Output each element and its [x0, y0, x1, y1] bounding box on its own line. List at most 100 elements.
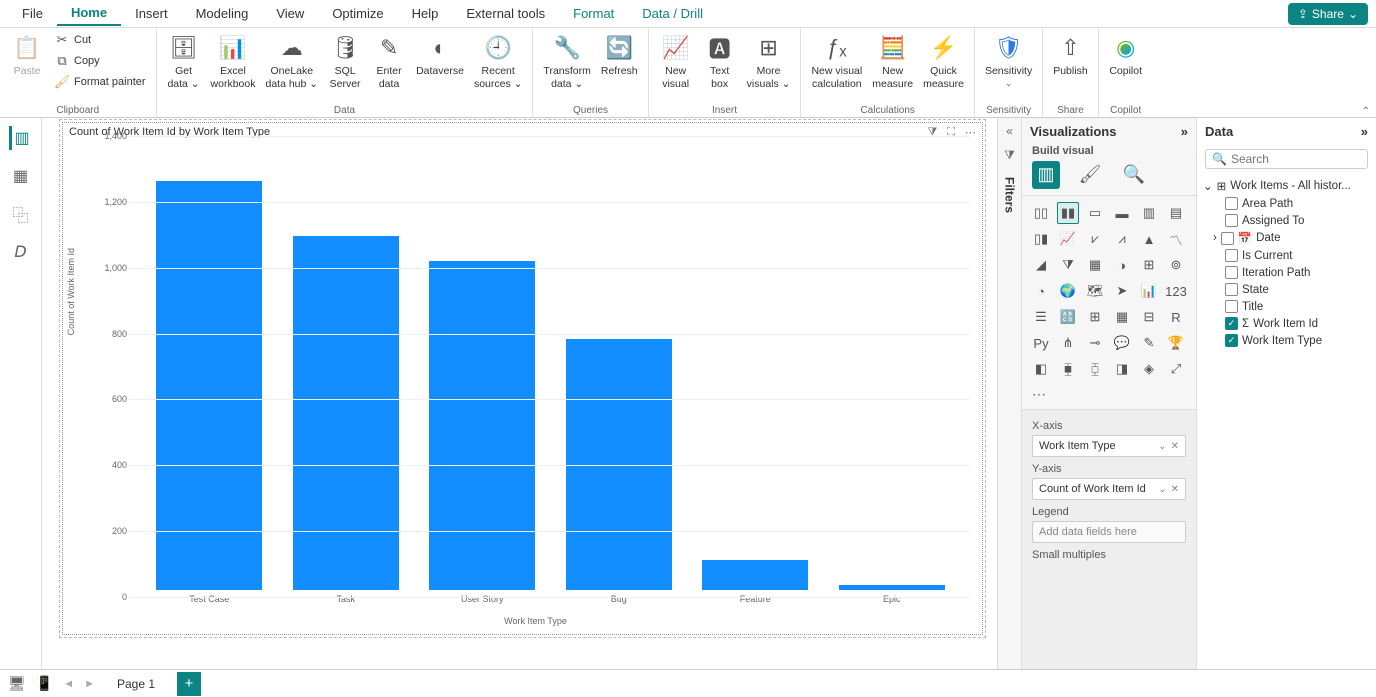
bar-task[interactable]: Task — [278, 143, 415, 590]
menu-help[interactable]: Help — [398, 2, 453, 25]
viz-type-14[interactable]: ▦ — [1084, 254, 1106, 276]
ribbon.data.excel-button[interactable]: 📊Excel workbook — [207, 30, 260, 92]
well-xaxis[interactable]: Work Item Type⌄✕ — [1032, 435, 1186, 457]
viz-type-0[interactable]: ▯▯ — [1030, 202, 1052, 224]
menu-view[interactable]: View — [262, 2, 318, 25]
field-iteration-path[interactable]: Iteration Path — [1203, 264, 1370, 281]
publish-button[interactable]: ⇧Publish — [1049, 30, 1091, 80]
ribbon.data.onelake-button[interactable]: ☁OneLake data hub ⌄ — [261, 30, 322, 92]
menu-optimize[interactable]: Optimize — [318, 2, 397, 25]
viz-type-39[interactable]: ◨ — [1111, 358, 1133, 380]
bar-user-story[interactable]: User Story — [414, 143, 551, 590]
viz-type-34[interactable]: ✎ — [1138, 332, 1160, 354]
viz-type-32[interactable]: ⊸ — [1084, 332, 1106, 354]
remove-icon[interactable]: ✕ — [1171, 484, 1179, 495]
viz-type-27[interactable]: ▦ — [1111, 306, 1133, 328]
bar-feature[interactable]: Feature — [687, 143, 824, 590]
ribbon.queries.transform-button[interactable]: 🔧Transform data ⌄ — [539, 30, 594, 92]
viz-type-35[interactable]: 🏆 — [1165, 332, 1187, 354]
prev-page-icon[interactable]: ◄ — [63, 678, 74, 690]
ribbon.calc.quick-button[interactable]: ⚡Quick measure — [919, 30, 968, 92]
viz-type-21[interactable]: ➤ — [1111, 280, 1133, 302]
menu-modeling[interactable]: Modeling — [182, 2, 263, 25]
menu-home[interactable]: Home — [57, 1, 121, 26]
add-page-button[interactable]: + — [177, 672, 201, 696]
copilot-button[interactable]: ◉Copilot — [1105, 30, 1147, 80]
viz-type-4[interactable]: ▥ — [1138, 202, 1160, 224]
viz-type-12[interactable]: ◢ — [1030, 254, 1052, 276]
viz-type-1[interactable]: ▮▮ — [1057, 202, 1079, 224]
checkbox[interactable] — [1225, 197, 1238, 210]
share-button[interactable]: ⇪Share⌄ — [1288, 3, 1368, 25]
viz-type-6[interactable]: ▯▮ — [1030, 228, 1052, 250]
search-input[interactable] — [1231, 152, 1376, 166]
viz-type-33[interactable]: 💬 — [1111, 332, 1133, 354]
checkbox[interactable]: ✓ — [1225, 334, 1238, 347]
desktop-layout-icon[interactable]: 🖥 — [8, 675, 26, 692]
build-tab-fields[interactable]: ▥ — [1032, 161, 1060, 189]
viz-type-8[interactable]: ⩗ — [1084, 228, 1106, 250]
viz-type-28[interactable]: ⊟ — [1138, 306, 1160, 328]
viz-type-29[interactable]: R — [1165, 306, 1187, 328]
viz-more-icon[interactable]: ⋯ — [1022, 386, 1196, 409]
viz-type-2[interactable]: ▭ — [1084, 202, 1106, 224]
report-canvas[interactable]: Count of Work Item Id by Work Item Type … — [42, 118, 997, 669]
menu-external-tools[interactable]: External tools — [452, 2, 559, 25]
next-page-icon[interactable]: ► — [84, 678, 95, 690]
viz-type-7[interactable]: 📈 — [1057, 228, 1079, 250]
table-node[interactable]: ⌄⊞Work Items - All histor... — [1203, 177, 1370, 195]
field-state[interactable]: State — [1203, 281, 1370, 298]
sensitivity-button[interactable]: 🛡Sensitivity⌄ — [981, 30, 1036, 91]
filters-funnel-icon[interactable]: ⧩ — [1004, 148, 1015, 163]
ribbon.insert.newVisual-button[interactable]: 📈New visual — [655, 30, 697, 92]
field-assigned-to[interactable]: Assigned To — [1203, 212, 1370, 229]
viz-type-17[interactable]: ⊚ — [1165, 254, 1187, 276]
collapse-ribbon-icon[interactable]: ⌃ — [1362, 106, 1370, 117]
viz-type-26[interactable]: ⊞ — [1084, 306, 1106, 328]
menu-file[interactable]: File — [8, 2, 57, 25]
well-yaxis[interactable]: Count of Work Item Id⌄✕ — [1032, 478, 1186, 500]
collapse-data-icon[interactable]: » — [1361, 124, 1368, 139]
field-area-path[interactable]: Area Path — [1203, 195, 1370, 212]
viz-type-3[interactable]: ▬ — [1111, 202, 1133, 224]
viz-type-24[interactable]: ☰ — [1030, 306, 1052, 328]
menu-insert[interactable]: Insert — [121, 2, 182, 25]
viz-type-36[interactable]: ◧ — [1030, 358, 1052, 380]
viz-type-16[interactable]: ⊞ — [1138, 254, 1160, 276]
table-view-icon[interactable]: ▦ — [9, 164, 33, 188]
bar-test-case[interactable]: Test Case — [141, 143, 278, 590]
checkbox[interactable] — [1225, 214, 1238, 227]
viz-type-10[interactable]: ▲ — [1138, 228, 1160, 250]
ribbon.insert.textBox-button[interactable]: 🅰Text box — [699, 30, 741, 92]
viz-type-20[interactable]: 🗺 — [1084, 280, 1106, 302]
column-chart-visual[interactable]: Count of Work Item Id by Work Item Type … — [62, 122, 983, 635]
page-tab[interactable]: Page 1 — [105, 674, 167, 694]
checkbox[interactable] — [1225, 300, 1238, 313]
field-title[interactable]: Title — [1203, 298, 1370, 315]
field-date[interactable]: ›📅Date — [1203, 229, 1370, 247]
menu-data-drill[interactable]: Data / Drill — [628, 2, 717, 25]
viz-type-22[interactable]: 📊 — [1138, 280, 1160, 302]
collapse-viz-icon[interactable]: » — [1181, 124, 1188, 139]
viz-type-13[interactable]: ⧩ — [1057, 254, 1079, 276]
well-legend[interactable]: Add data fields here — [1032, 521, 1186, 543]
checkbox[interactable]: ✓ — [1225, 317, 1238, 330]
cut-button[interactable]: ✂Cut — [50, 30, 150, 50]
report-view-icon[interactable]: ▥ — [9, 126, 33, 150]
dax-view-icon[interactable]: 𝘋 — [9, 240, 33, 264]
ribbon.data.getData-button[interactable]: 🗄Get data ⌄ — [163, 30, 205, 92]
field-work-item-type[interactable]: ✓Work Item Type — [1203, 332, 1370, 349]
chevron-down-icon[interactable]: ⌄ — [1158, 484, 1166, 495]
viz-type-11[interactable]: 〽 — [1165, 228, 1187, 250]
model-view-icon[interactable]: ⿻ — [9, 202, 33, 226]
menu-format[interactable]: Format — [559, 2, 628, 25]
ribbon.data.sql-button[interactable]: 🛢SQL Server — [324, 30, 366, 92]
viz-type-9[interactable]: ⩘ — [1111, 228, 1133, 250]
viz-type-19[interactable]: 🌍 — [1057, 280, 1079, 302]
ribbon.insert.moreVisuals-button[interactable]: ⊞More visuals ⌄ — [743, 30, 795, 92]
ribbon.data.enter-button[interactable]: ✎Enter data — [368, 30, 410, 92]
viz-type-5[interactable]: ▤ — [1165, 202, 1187, 224]
chevron-down-icon[interactable]: ⌄ — [1158, 441, 1166, 452]
checkbox[interactable] — [1225, 266, 1238, 279]
viz-type-37[interactable]: ⧯ — [1057, 358, 1079, 380]
